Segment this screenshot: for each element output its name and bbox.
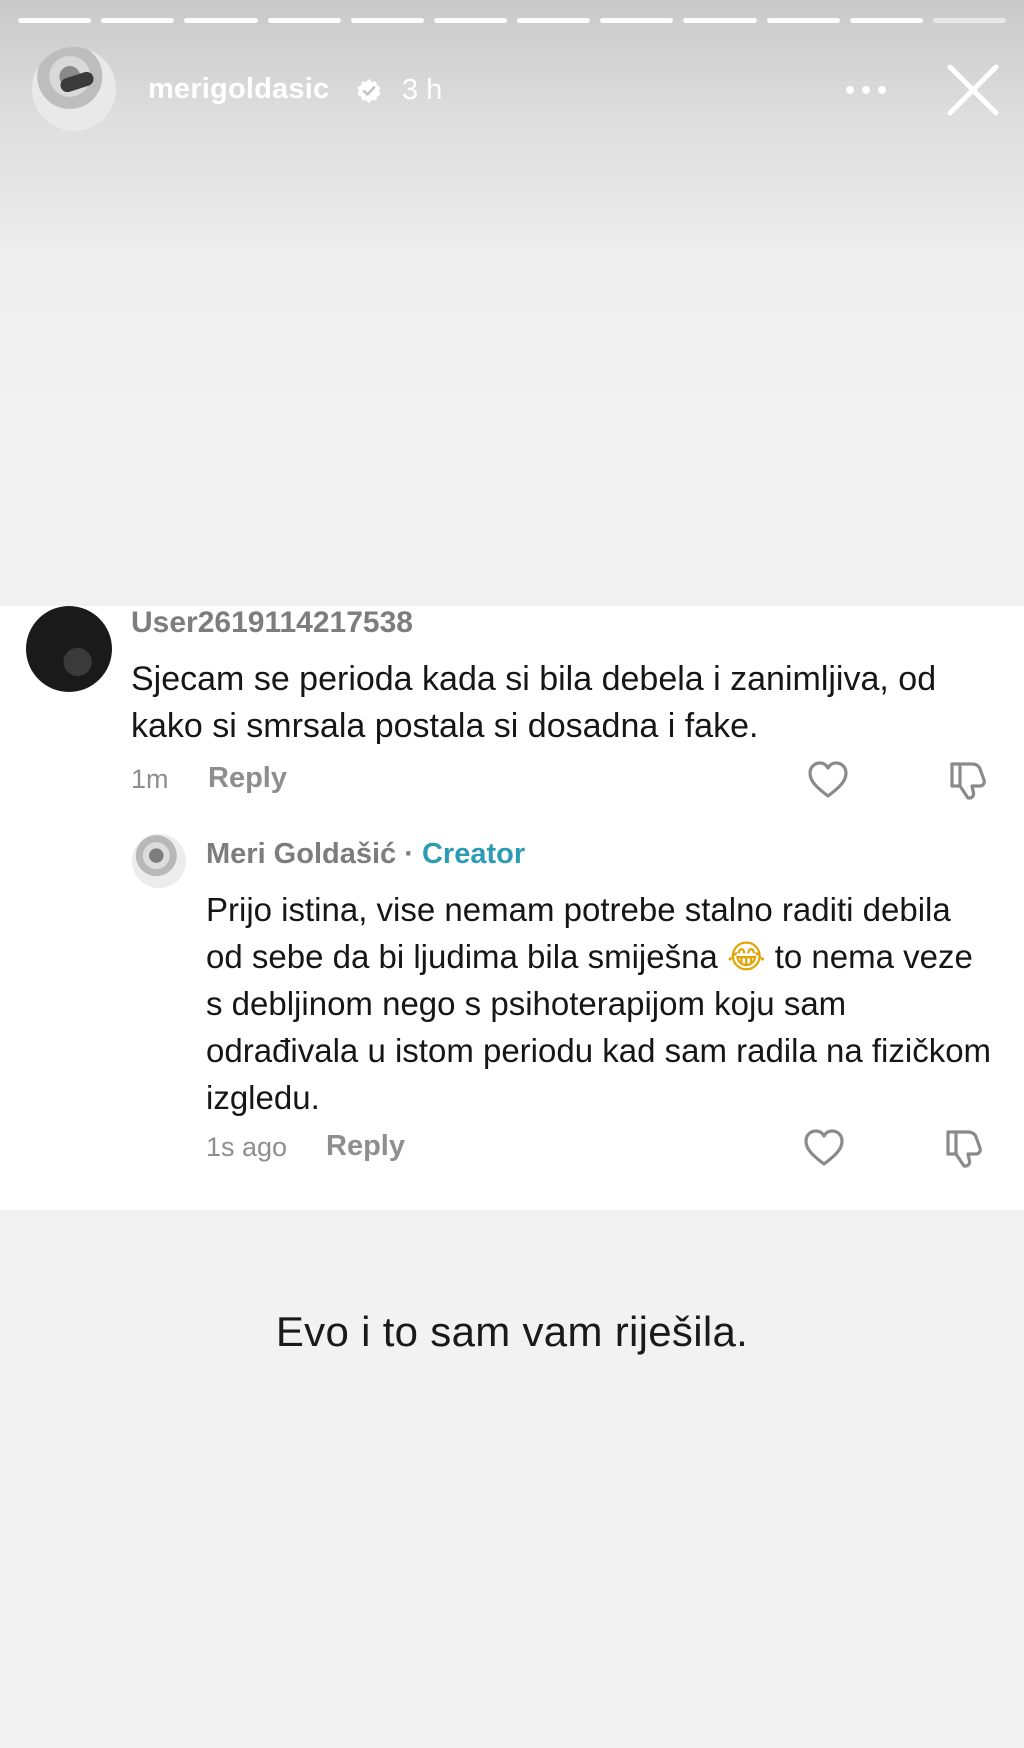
verified-badge-icon bbox=[357, 79, 381, 103]
story-header: merigoldasic 3 h bbox=[0, 45, 1024, 140]
reply-reply-button[interactable]: Reply bbox=[326, 1130, 405, 1163]
story-username[interactable]: merigoldasic bbox=[148, 73, 329, 106]
more-dots-icon[interactable] bbox=[842, 75, 890, 105]
progress-segment bbox=[18, 18, 92, 23]
story-caption: Evo i to sam vam riješila. bbox=[275, 1308, 749, 1355]
progress-segment bbox=[433, 18, 508, 23]
reply-separator: · bbox=[404, 838, 414, 870]
like-heart-icon[interactable] bbox=[802, 1126, 846, 1170]
progress-segment bbox=[683, 18, 757, 23]
dislike-thumb-icon[interactable] bbox=[942, 1126, 986, 1170]
profile-avatar[interactable] bbox=[32, 47, 116, 131]
reply-author-name[interactable]: Meri Goldašić bbox=[206, 838, 396, 870]
reply-author: Meri Goldašić · Creator bbox=[206, 838, 525, 871]
comment-screenshot-card: User2619114217538 Sjecam se perioda kada… bbox=[0, 606, 1024, 1210]
laughing-emoji: 😂 bbox=[726, 937, 766, 976]
progress-segment bbox=[766, 18, 840, 23]
reply-time: 1s ago bbox=[206, 1132, 288, 1162]
creator-badge: Creator bbox=[421, 838, 526, 870]
dislike-thumb-icon[interactable] bbox=[946, 758, 990, 802]
progress-segment bbox=[184, 18, 258, 23]
progress-segment bbox=[517, 18, 591, 23]
story-time: 3 h bbox=[402, 74, 443, 106]
commenter-username[interactable]: User2619114217538 bbox=[131, 606, 413, 640]
commenter-avatar[interactable] bbox=[26, 606, 112, 692]
progress-segment bbox=[267, 18, 341, 23]
like-heart-icon[interactable] bbox=[806, 758, 850, 802]
reply-text: Prijo istina, vise nemam potrebe stalno … bbox=[206, 886, 996, 1121]
story-progress-bar bbox=[18, 18, 1007, 23]
progress-segment bbox=[932, 18, 1007, 23]
progress-segment bbox=[101, 18, 175, 23]
close-icon[interactable] bbox=[944, 61, 1002, 119]
creator-avatar[interactable] bbox=[132, 834, 186, 888]
progress-segment bbox=[600, 18, 674, 23]
progress-segment bbox=[849, 18, 923, 23]
progress-segment bbox=[350, 18, 424, 23]
comment-text: Sjecam se perioda kada si bila debela i … bbox=[131, 660, 937, 745]
comment-time: 1m bbox=[131, 764, 169, 794]
comment-reply-button[interactable]: Reply bbox=[208, 762, 287, 795]
